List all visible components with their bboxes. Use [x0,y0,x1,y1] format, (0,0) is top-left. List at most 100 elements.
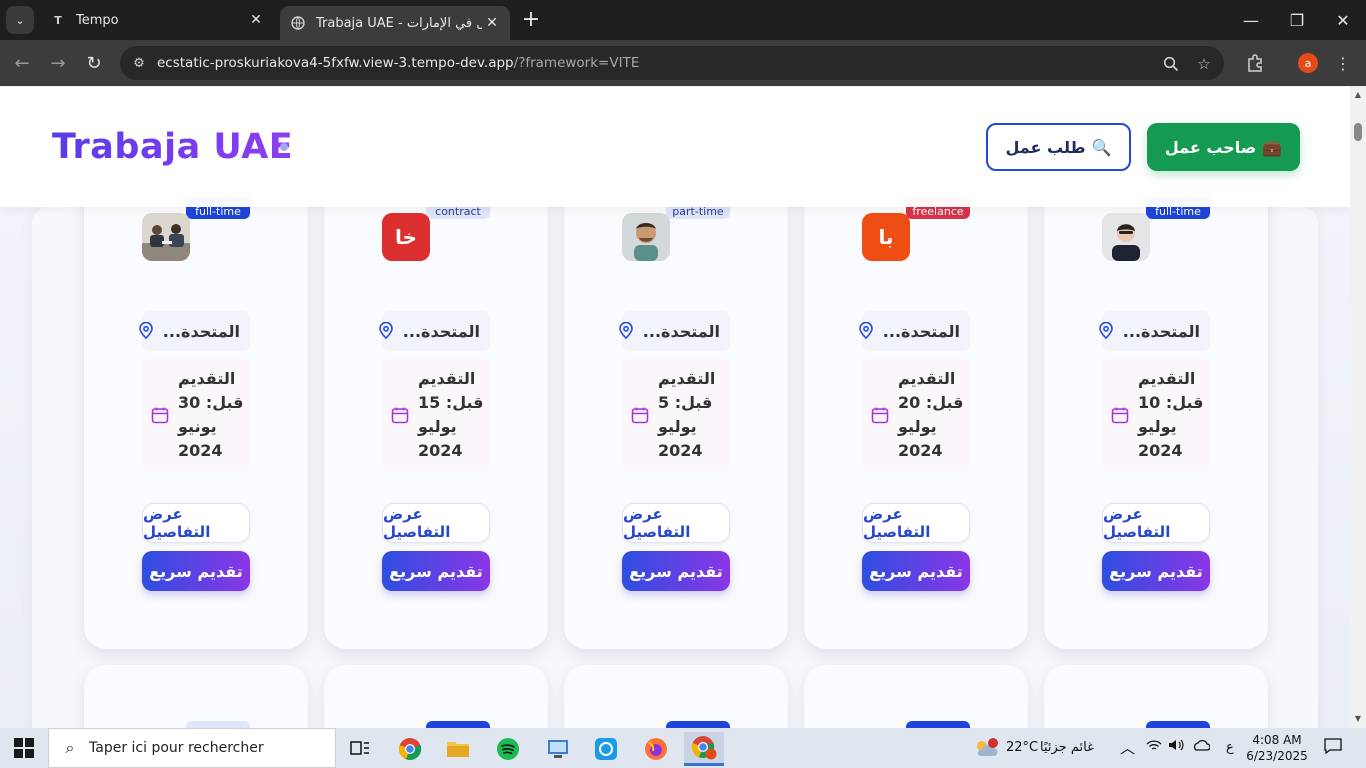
camera-app-icon[interactable] [586,732,626,766]
input-language[interactable]: ع [1226,740,1234,755]
search-icon: ⌕ [65,738,75,757]
window-close-icon[interactable]: ✕ [1320,0,1366,40]
job-card [324,665,548,728]
quick-apply-button[interactable]: تقديم سريع [1102,551,1210,591]
chrome-icon[interactable] [390,732,430,766]
view-details-button[interactable]: عرض التفاصيل [862,503,970,543]
quick-apply-button[interactable]: تقديم سريع [862,551,970,591]
bookmark-star-icon[interactable]: ☆ [1194,54,1214,74]
profile-avatar[interactable]: a [1298,53,1318,73]
view-details-button[interactable]: عرض التفاصيل [622,503,730,543]
calendar-icon [630,405,650,425]
view-details-button[interactable]: عرض التفاصيل [142,503,250,543]
quick-apply-button[interactable]: تقديم سريع [382,551,490,591]
deadline-chip: التقديم قبل: 10 يوليو 2024 [1102,359,1210,469]
employer-button[interactable]: صاحب عمل 💼 [1147,123,1300,171]
taskbar-search-box[interactable]: ⌕ Taper ici pour rechercher [48,728,336,768]
deadline-chip: التقديم قبل: 20 يوليو 2024 [862,359,970,469]
windows-taskbar: ⌕ Taper ici pour rechercher 22°C غائم جز… [0,728,1366,768]
quick-apply-button[interactable]: تقديم سريع [142,551,250,591]
location-text: ...المتحدة [642,321,720,341]
map-pin-icon [137,321,155,340]
map-pin-icon [377,321,395,340]
onedrive-icon[interactable] [1192,739,1211,755]
zoom-icon[interactable] [1161,54,1181,74]
scroll-down-icon[interactable]: ▼ [1353,714,1363,724]
extensions-icon[interactable] [1244,52,1266,74]
company-photo [142,213,190,261]
restore-icon[interactable]: ❐ [1274,0,1320,40]
map-pin-icon [617,321,635,340]
volume-icon[interactable] [1168,738,1184,756]
firefox-icon[interactable] [636,732,676,766]
deadline-text: التقديم قبل: 20 يوليو 2024 [898,369,964,460]
chrome-profile-icon[interactable] [684,732,724,766]
quick-apply-button[interactable]: تقديم سريع [622,551,730,591]
job-type-badge [426,721,490,728]
new-tab-plus-icon[interactable]: + [520,8,542,32]
spotify-icon[interactable] [488,732,528,766]
deadline-chip: التقديم قبل: 5 يوليو 2024 [622,359,730,469]
job-type-badge [906,721,970,728]
scroll-up-icon[interactable]: ▲ [1353,90,1363,100]
tab-tempo[interactable]: T Tempo ✕ [40,0,274,40]
calendar-icon [150,405,170,425]
company-photo [1102,213,1150,261]
view-details-button[interactable]: عرض التفاصيل [1102,503,1210,543]
map-pin-icon [857,321,875,340]
windows-start-icon[interactable] [14,738,34,758]
location-text: ...المتحدة [882,321,960,341]
minimize-icon[interactable]: — [1228,0,1274,40]
scroll-thumb[interactable] [1354,123,1362,141]
close-icon[interactable]: ✕ [246,12,266,28]
company-photo [622,213,670,261]
notifications-icon[interactable] [1324,738,1342,758]
close-icon[interactable]: ✕ [482,15,502,31]
deadline-text: التقديم قبل: 5 يوليو 2024 [658,369,716,460]
calendar-icon [390,405,410,425]
deadline-text: التقديم قبل: 30 يونيو 2024 [178,369,244,460]
remote-desktop-icon[interactable] [538,732,578,766]
site-logo[interactable]: Trabaja UAE [52,127,293,167]
file-explorer-icon[interactable] [438,732,478,766]
site-settings-icon[interactable]: ⚙ [130,54,148,72]
job-card [564,665,788,728]
calendar-icon [1110,405,1130,425]
weather-icon[interactable] [970,732,1002,766]
job-seeker-button[interactable]: طلب عمل 🔍 [986,123,1131,171]
chevron-up-icon[interactable]: ︿ [1120,737,1135,758]
location-chip: ...المتحدة [1098,311,1210,351]
page-viewport: full-time ...المتحدة التقديم قبل: 30 يون… [0,87,1350,728]
reload-icon[interactable]: ↻ [80,49,108,77]
company-logo-initials: خا [382,213,430,261]
clock-time: 4:08 AM [1252,733,1302,747]
back-arrow-icon[interactable]: ← [8,49,36,77]
map-pin-icon [1097,321,1115,340]
tab-search-chevron-icon[interactable]: ⌄ [6,6,34,34]
browser-toolbar: ← → ↻ ⚙ ecstatic-proskuriakova4-5fxfw.vi… [0,40,1366,86]
forward-arrow-icon[interactable]: → [44,49,72,77]
employer-label: صاحب عمل [1164,137,1257,157]
job-seeker-label: طلب عمل [1005,137,1086,157]
job-card [84,665,308,728]
tab-trabaja[interactable]: Trabaja UAE - العمل في الإمارات ✕ [280,6,510,40]
browser-menu-icon[interactable]: ⋮ [1332,52,1354,74]
system-clock[interactable]: 4:08 AM 6/23/2025 [1240,732,1314,764]
network-icon[interactable] [1146,738,1162,756]
search-placeholder: Taper ici pour rechercher [89,740,264,756]
task-view-icon[interactable] [340,732,380,766]
location-text: ...المتحدة [162,321,240,341]
clock-date: 6/23/2025 [1246,749,1308,763]
job-card [1044,665,1268,728]
location-text: ...المتحدة [1122,321,1200,341]
address-bar[interactable]: ⚙ ecstatic-proskuriakova4-5fxfw.view-3.t… [120,46,1224,80]
globe-icon [290,15,306,31]
logo-dot [280,143,288,151]
tempo-icon: T [54,13,62,27]
deadline-text: التقديم قبل: 10 يوليو 2024 [1138,369,1204,460]
deadline-chip: التقديم قبل: 30 يونيو 2024 [142,359,250,469]
page-scrollbar[interactable]: ▲ ▼ [1350,87,1366,728]
view-details-button[interactable]: عرض التفاصيل [382,503,490,543]
location-text: ...المتحدة [402,321,480,341]
job-type-badge [1146,721,1210,728]
